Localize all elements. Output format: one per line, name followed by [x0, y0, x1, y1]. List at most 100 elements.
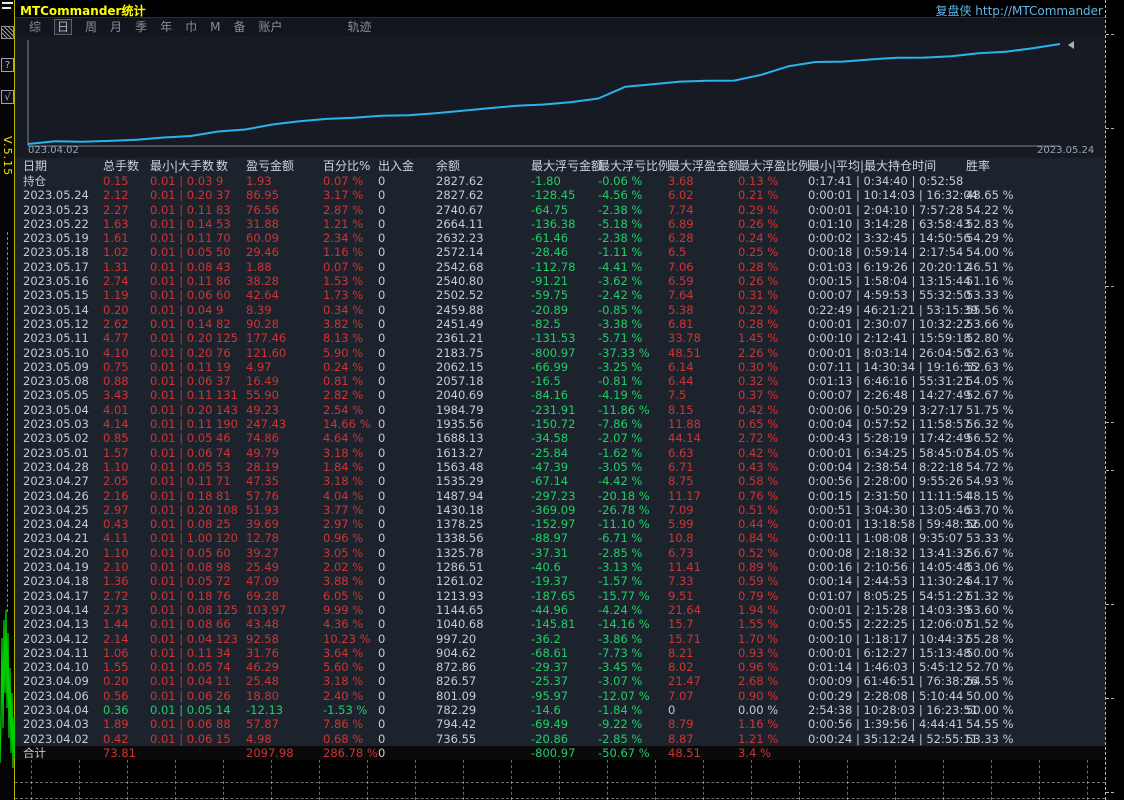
row-cell: -34.58	[531, 431, 598, 445]
grid-line	[799, 760, 800, 800]
row-cell: -800.97	[531, 746, 598, 761]
row-cell: -11.10 %	[598, 517, 668, 531]
table-row: 2023.04.031.890.01 | 0.068857.877.86 %07…	[15, 717, 1105, 731]
row-cell: 4.11	[103, 531, 150, 545]
row-cell: 3.88 %	[323, 574, 378, 588]
row-cell: 1.02	[103, 245, 150, 259]
row-cell: 0.21 %	[738, 188, 808, 202]
window-icon[interactable]	[2, 2, 13, 13]
row-cell: 0.01 | 0.06	[150, 446, 216, 460]
row-cell: 18.80	[246, 689, 323, 703]
row-cell: 1144.65	[436, 603, 531, 617]
menu-item-M[interactable]: M	[210, 20, 220, 34]
grid-line	[655, 760, 656, 800]
row-date: 2023.04.12	[23, 632, 103, 646]
menu-item-周[interactable]: 周	[85, 20, 97, 34]
menu-item-备[interactable]: 备	[233, 20, 245, 34]
row-cell: -15.77 %	[598, 589, 668, 603]
row-cell: 2.87 %	[323, 203, 378, 217]
row-cell: 2.54 %	[323, 403, 378, 417]
table-row: 2023.05.191.610.01 | 0.117060.092.34 %02…	[15, 231, 1105, 245]
menu-item-综[interactable]: 综	[29, 20, 41, 34]
row-cell: 31.76	[246, 646, 323, 660]
row-cell: 6.02	[668, 188, 738, 202]
grid-line	[415, 760, 416, 800]
row-date: 2023.04.14	[23, 603, 103, 617]
table-row: 2023.05.104.100.01 | 0.2076121.605.90 %0…	[15, 346, 1105, 360]
row-cell: 794.42	[436, 717, 531, 731]
row-cell: 2459.88	[436, 303, 531, 317]
row-cell: -1.80	[531, 174, 598, 188]
row-cell: 0:00:18 | 0:59:14 | 2:17:54	[808, 245, 966, 259]
grid-line	[271, 760, 272, 800]
row-cell: -1.11 %	[598, 245, 668, 259]
row-cell: 0:00:07 | 2:26:48 | 14:27:49	[808, 388, 966, 402]
row-cell	[150, 746, 216, 761]
row-cell: -7.73 %	[598, 646, 668, 660]
row-cell: 0.01 | 0.20	[150, 346, 216, 360]
row-cell: 103.97	[246, 603, 323, 617]
row-cell: -47.39	[531, 460, 598, 474]
row-cell: 3.18 %	[323, 674, 378, 688]
row-cell: 11.17	[668, 489, 738, 503]
row-cell: -91.21	[531, 274, 598, 288]
row-cell: 2097.98	[246, 746, 323, 761]
column-header: 余额	[436, 158, 531, 174]
row-cell: -95.97	[531, 689, 598, 703]
brand-link[interactable]: 复盘侠 http://MTCommander	[935, 2, 1103, 19]
table-body: 持仓0.150.01 | 0.0391.930.07 %02827.62-1.8…	[15, 174, 1105, 760]
menu-item-年[interactable]: 年	[160, 20, 172, 34]
pattern-icon[interactable]	[1, 26, 14, 39]
row-cell: 0.01 | 0.05	[150, 574, 216, 588]
row-date: 2023.05.16	[23, 274, 103, 288]
row-cell: 0:00:01 | 6:12:27 | 15:13:48	[808, 646, 966, 660]
row-cell: 1.45 %	[738, 331, 808, 345]
row-cell: 2.74	[103, 274, 150, 288]
row-cell: -88.97	[531, 531, 598, 545]
row-cell: 6.89	[668, 217, 738, 231]
row-date: 2023.04.28	[23, 460, 103, 474]
row-cell: 0.01 | 0.11	[150, 360, 216, 374]
menu-item-账户[interactable]: 账户	[258, 20, 282, 34]
row-cell: 0.01 | 0.08	[150, 560, 216, 574]
row-cell: 6.44	[668, 374, 738, 388]
menu-item-季[interactable]: 季	[135, 20, 147, 34]
row-cell: 60	[216, 288, 246, 302]
row-cell: 0.52 %	[738, 546, 808, 560]
grid-line	[1039, 760, 1040, 800]
grid-line	[463, 760, 464, 800]
row-cell: 70	[216, 231, 246, 245]
row-cell: -5.18 %	[598, 217, 668, 231]
menu-item-巾[interactable]: 巾	[185, 20, 197, 34]
row-cell: 56.52 %	[966, 431, 1105, 445]
row-cell: 0.00 %	[738, 703, 808, 717]
row-cell: 2.12	[103, 188, 150, 202]
menu-item-轨迹[interactable]: 轨迹	[348, 20, 372, 34]
menu-item-月[interactable]: 月	[110, 20, 122, 34]
row-cell: 54.55 %	[966, 674, 1105, 688]
check-icon[interactable]: √	[1, 90, 14, 104]
row-cell: 0.22 %	[738, 303, 808, 317]
row-cell: 0.07 %	[323, 260, 378, 274]
row-cell: 0	[378, 560, 436, 574]
row-cell	[808, 746, 966, 761]
row-cell: 3.18 %	[323, 446, 378, 460]
row-cell: 0	[378, 474, 436, 488]
row-cell: 54.05 %	[966, 446, 1105, 460]
row-cell: 1.16 %	[323, 245, 378, 259]
row-date: 2023.05.11	[23, 331, 103, 345]
row-cell: 0.68 %	[323, 732, 378, 746]
row-date: 2023.05.02	[23, 431, 103, 445]
row-cell: 736.55	[436, 732, 531, 746]
row-cell: 143	[216, 403, 246, 417]
row-cell: 1.89	[103, 717, 150, 731]
row-cell: -0.81 %	[598, 374, 668, 388]
row-cell: 0:00:06 | 0:50:29 | 3:27:17	[808, 403, 966, 417]
row-cell: 0.76 %	[738, 489, 808, 503]
help-icon[interactable]: ?	[1, 58, 14, 72]
row-cell: 0:00:02 | 3:32:45 | 14:50:56	[808, 231, 966, 245]
row-cell: 0	[378, 260, 436, 274]
menu-item-日[interactable]: 日	[54, 19, 72, 35]
row-cell: -2.38 %	[598, 203, 668, 217]
row-cell: 0.01 | 0.08	[150, 260, 216, 274]
